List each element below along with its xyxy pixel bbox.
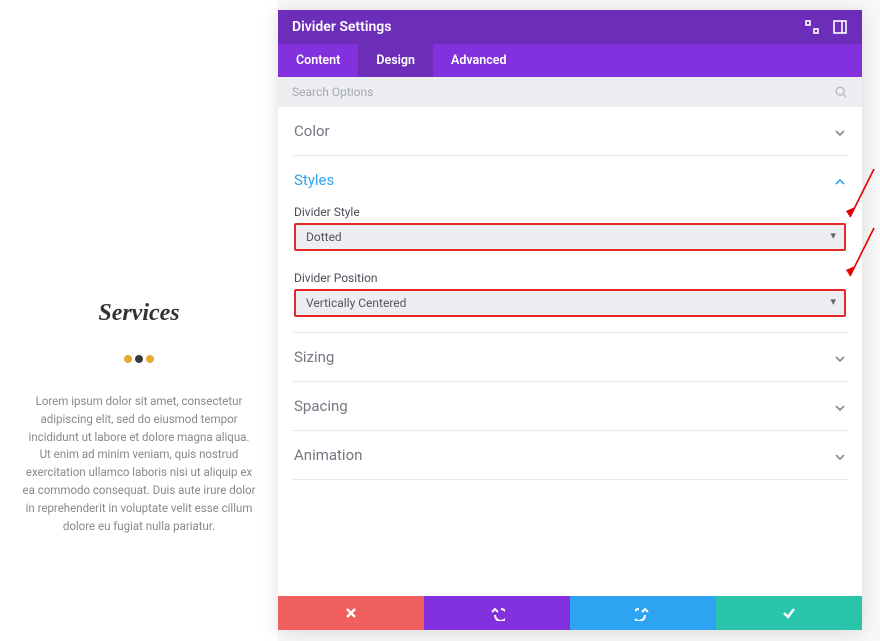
section-sizing[interactable]: Sizing <box>292 333 848 382</box>
section-spacing[interactable]: Spacing <box>292 382 848 431</box>
divider-position-label: Divider Position <box>294 271 846 285</box>
redo-button[interactable] <box>570 596 716 630</box>
search-placeholder: Search Options <box>292 85 373 99</box>
section-color-label: Color <box>294 122 330 140</box>
divider-style-value: Dotted <box>306 230 342 244</box>
chevron-down-icon <box>834 351 846 363</box>
chevron-down-icon <box>834 125 846 137</box>
close-button[interactable] <box>278 596 424 630</box>
section-sizing-label: Sizing <box>294 348 334 366</box>
section-styles[interactable]: Styles Divider Style Dotted Divider Posi… <box>292 156 848 333</box>
settings-panel: Divider Settings Content Design Advanced <box>278 10 862 630</box>
section-animation[interactable]: Animation <box>292 431 848 480</box>
expand-icon[interactable] <box>804 19 820 35</box>
divider-position-value: Vertically Centered <box>306 296 406 310</box>
section-spacing-label: Spacing <box>294 397 348 415</box>
tab-content[interactable]: Content <box>278 44 358 77</box>
tab-advanced[interactable]: Advanced <box>433 44 525 77</box>
panel-footer <box>278 596 862 630</box>
search-icon <box>834 85 848 99</box>
panel-title: Divider Settings <box>292 19 391 35</box>
preview-divider-icon <box>22 355 256 363</box>
dock-icon[interactable] <box>832 19 848 35</box>
preview-body-text: Lorem ipsum dolor sit amet, consectetur … <box>22 393 256 536</box>
section-animation-label: Animation <box>294 446 362 464</box>
divider-style-select[interactable]: Dotted <box>294 223 846 251</box>
chevron-down-icon <box>834 400 846 412</box>
undo-button[interactable] <box>424 596 570 630</box>
chevron-up-icon <box>834 174 846 186</box>
save-button[interactable] <box>716 596 862 630</box>
divider-style-label: Divider Style <box>294 205 846 219</box>
chevron-down-icon <box>834 449 846 461</box>
divider-position-select[interactable]: Vertically Centered <box>294 289 846 317</box>
section-color[interactable]: Color <box>292 107 848 156</box>
search-bar[interactable]: Search Options <box>278 77 862 107</box>
section-styles-body: Divider Style Dotted Divider Position Ve… <box>294 189 846 317</box>
panel-header: Divider Settings <box>278 10 862 44</box>
section-styles-label: Styles <box>294 171 334 189</box>
tab-design[interactable]: Design <box>358 44 433 77</box>
sections: Color Styles Divider Style Dotted <box>278 107 862 596</box>
tabs: Content Design Advanced <box>278 44 862 77</box>
preview-title: Services <box>22 300 256 327</box>
preview-pane: Services Lorem ipsum dolor sit amet, con… <box>0 0 278 641</box>
